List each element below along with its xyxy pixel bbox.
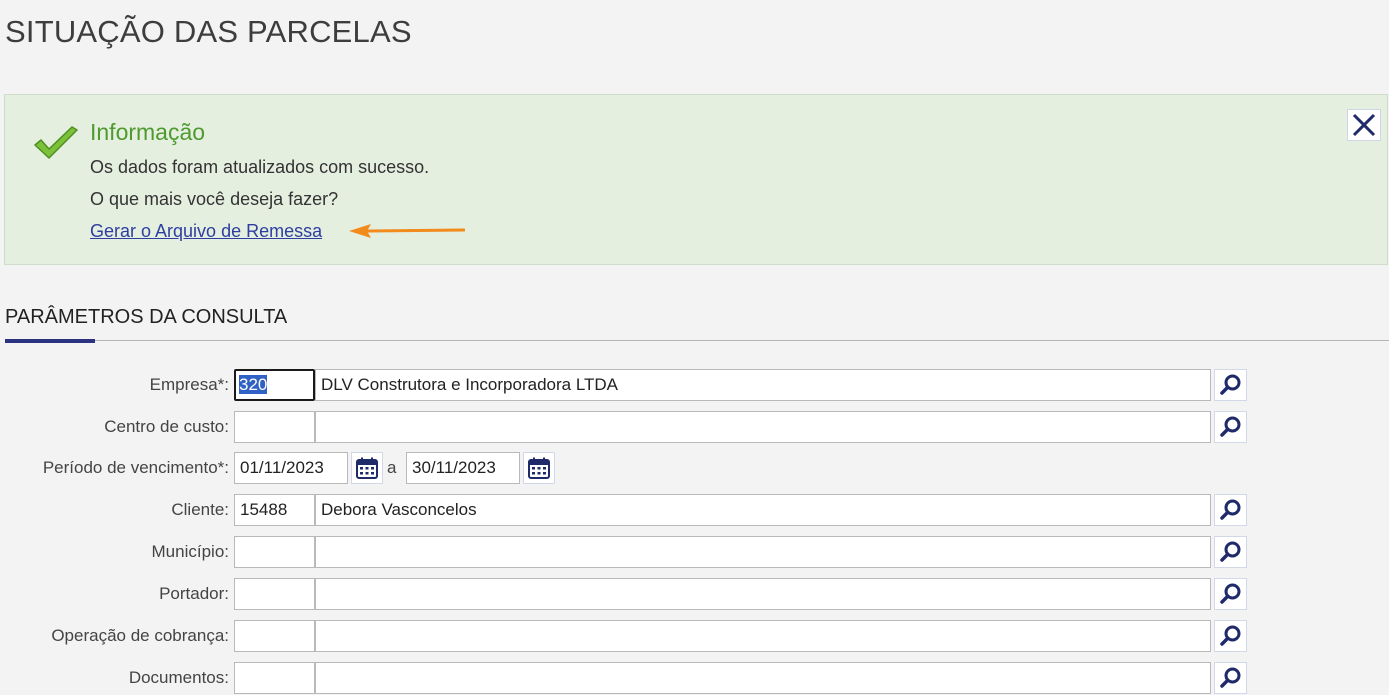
search-icon [1219,541,1240,562]
label-operacao-cobranca: Operação de cobrança: [51,626,229,645]
portador-code-input[interactable] [234,578,315,610]
section-accent-bar [5,339,95,343]
calendar-icon [356,457,378,479]
check-icon [34,126,78,159]
portador-search-button[interactable] [1214,578,1247,610]
documentos-search-button[interactable] [1214,662,1247,694]
generate-remittance-file-link[interactable]: Gerar o Arquivo de Remessa [90,221,322,242]
empresa-code-value: 320 [239,375,268,394]
operacao-cobranca-search-button[interactable] [1214,620,1247,652]
search-icon [1219,374,1240,395]
row-cliente: Cliente: 15488 Debora Vasconcelos [0,494,1389,526]
label-documentos: Documentos: [128,668,229,687]
search-icon [1219,625,1240,646]
periodo-end-calendar-button[interactable] [523,452,555,484]
municipio-search-button[interactable] [1214,536,1247,568]
label-centro-custo: Centro de custo: [104,417,229,436]
section-title: PARÂMETROS DA CONSULTA [5,306,288,328]
periodo-start-calendar-button[interactable] [351,452,383,484]
periodo-end-input[interactable]: 30/11/2023 [406,452,520,484]
label-municipio: Município: [151,542,229,561]
info-message-box: Informação Os dados foram atualizados co… [4,94,1388,265]
operacao-cobranca-desc-input[interactable] [315,620,1211,652]
documentos-code-input[interactable] [234,662,315,694]
arrow-annotation [349,224,465,238]
empresa-code-input[interactable]: 320 [234,369,315,401]
close-icon [1352,113,1376,137]
search-icon [1219,583,1240,604]
search-icon [1219,499,1240,520]
portador-desc-input[interactable] [315,578,1211,610]
info-question: O que mais você deseja fazer? [90,189,339,209]
row-portador: Portador: [0,578,1389,610]
periodo-start-input[interactable]: 01/11/2023 [234,452,348,484]
label-periodo-vencimento: Período de vencimento*: [42,458,229,477]
municipio-code-input[interactable] [234,536,315,568]
close-button[interactable] [1347,109,1381,141]
search-icon [1219,416,1240,437]
row-empresa: Empresa*: 320 DLV Construtora e Incorpor… [0,369,1389,401]
info-title: Informação [90,119,206,145]
empresa-search-button[interactable] [1214,369,1247,401]
row-periodo-vencimento: Período de vencimento*: 01/11/2023 a 30/… [0,452,1389,484]
label-cliente: Cliente: [171,500,229,519]
cliente-search-button[interactable] [1214,494,1247,526]
row-municipio: Município: [0,536,1389,568]
periodo-separator: a [387,458,397,477]
calendar-icon [528,457,550,479]
centro-custo-search-button[interactable] [1214,411,1247,443]
row-operacao-cobranca: Operação de cobrança: [0,620,1389,652]
cliente-code-input[interactable]: 15488 [234,494,315,526]
row-centro-custo: Centro de custo: [0,411,1389,443]
section-divider [5,340,1389,341]
row-documentos: Documentos: [0,662,1389,694]
operacao-cobranca-code-input[interactable] [234,620,315,652]
page-title: SITUAÇÃO DAS PARCELAS [5,14,412,49]
label-empresa: Empresa*: [149,375,229,394]
info-message: Os dados foram atualizados com sucesso. [90,157,430,177]
cliente-desc-input[interactable]: Debora Vasconcelos [315,494,1211,526]
label-portador: Portador: [159,584,229,603]
centro-custo-desc-input[interactable] [315,411,1211,443]
empresa-desc-input[interactable]: DLV Construtora e Incorporadora LTDA [315,369,1211,401]
search-icon [1219,667,1240,688]
centro-custo-code-input[interactable] [234,411,315,443]
documentos-desc-input[interactable] [315,662,1211,694]
municipio-desc-input[interactable] [315,536,1211,568]
